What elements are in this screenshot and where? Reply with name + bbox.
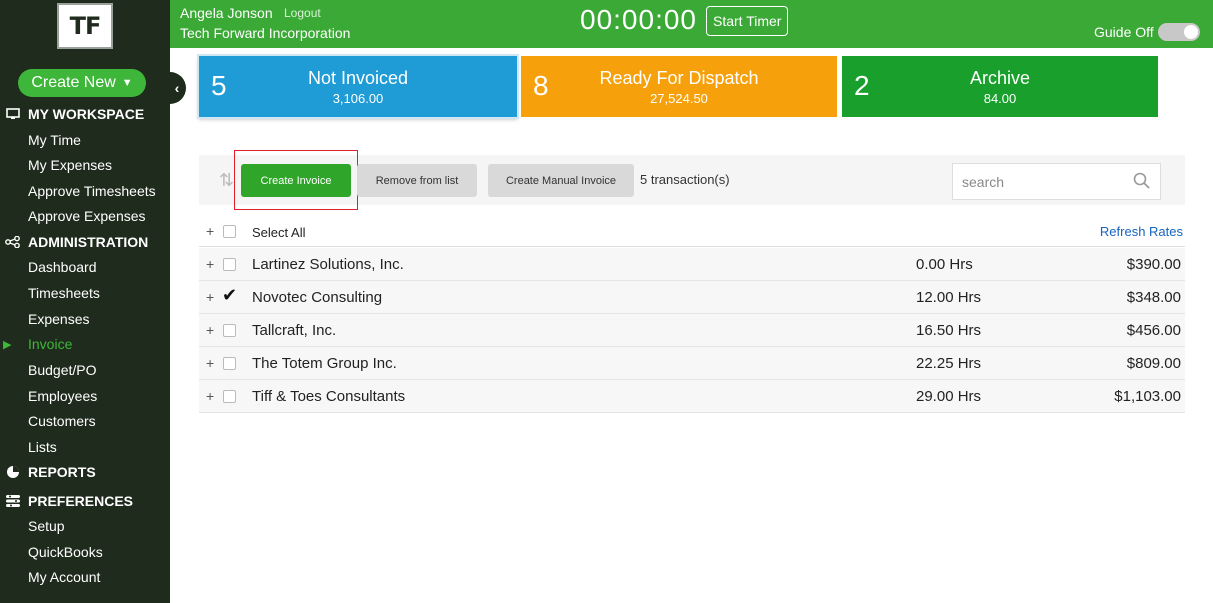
row-checkbox[interactable] — [223, 357, 236, 370]
row-checkbox[interactable] — [223, 390, 236, 403]
create-manual-invoice-button[interactable]: Create Manual Invoice — [488, 164, 634, 197]
sidebar-item-dashboard[interactable]: Dashboard — [28, 259, 97, 275]
card-not-invoiced[interactable]: 5 Not Invoiced 3,106.00 — [199, 56, 517, 117]
select-all-row: + Select All Refresh Rates — [199, 217, 1185, 247]
sidebar-item-invoice[interactable]: Invoice — [28, 336, 72, 352]
row-hours: 0.00 Hrs — [916, 256, 973, 273]
customer-name: Novotec Consulting — [252, 289, 383, 306]
table-row[interactable]: + Tiff & Toes Consultants 29.00 Hrs $1,1… — [199, 380, 1185, 413]
expand-row-icon[interactable]: + — [206, 289, 214, 305]
search-input[interactable] — [953, 164, 1133, 199]
row-amount: $390.00 — [1126, 256, 1181, 273]
app-logo: TF — [57, 3, 113, 49]
invoice-toolbar: ⇅ Create Invoice Remove from list Create… — [199, 150, 1185, 210]
expand-row-icon[interactable]: + — [206, 355, 214, 371]
row-hours: 16.50 Hrs — [916, 322, 982, 339]
row-checkbox[interactable] — [223, 258, 236, 271]
section-preferences[interactable]: PREFERENCES — [4, 493, 133, 509]
row-amount: $348.00 — [1126, 289, 1181, 306]
row-hours: 29.00 Hrs — [916, 388, 982, 405]
section-my-workspace[interactable]: MY WORKSPACE — [4, 106, 144, 122]
search-icon[interactable] — [1132, 171, 1152, 191]
customer-name: Lartinez Solutions, Inc. — [252, 256, 404, 273]
section-reports[interactable]: REPORTS — [4, 464, 96, 480]
row-amount: $456.00 — [1126, 322, 1181, 339]
sidebar-item-employees[interactable]: Employees — [28, 388, 97, 404]
company-name: Tech Forward Incorporation — [180, 25, 351, 41]
create-new-label: Create New — [31, 74, 116, 91]
sidebar: TF Create New ▼ MY WORKSPACE My Time My … — [0, 0, 170, 603]
sidebar-item-expenses[interactable]: Expenses — [28, 311, 89, 327]
chevron-down-icon: ▼ — [121, 77, 133, 89]
user-name: Angela Jonson — [180, 5, 273, 21]
expand-all-icon[interactable]: + — [206, 223, 214, 239]
monitor-icon — [4, 108, 22, 120]
sidebar-item-my-expenses[interactable]: My Expenses — [28, 157, 112, 173]
chevron-left-icon: ‹ — [174, 80, 180, 96]
transaction-count: 5 transaction(s) — [640, 172, 730, 187]
card-ready-for-dispatch[interactable]: 8 Ready For Dispatch 27,524.50 — [521, 56, 837, 117]
refresh-rates-link[interactable]: Refresh Rates — [1100, 224, 1183, 239]
card-title: Archive — [969, 68, 1031, 88]
customer-name: Tallcraft, Inc. — [252, 322, 337, 339]
guide-label: Guide Off — [1094, 24, 1154, 40]
row-hours: 22.25 Hrs — [916, 355, 982, 372]
row-amount: $1,103.00 — [1114, 388, 1181, 405]
sidebar-item-approve-timesheets[interactable]: Approve Timesheets — [28, 183, 156, 199]
sidebar-item-approve-expenses[interactable]: Approve Expenses — [28, 208, 146, 224]
sidebar-item-quickbooks[interactable]: QuickBooks — [28, 544, 103, 560]
sidebar-item-customers[interactable]: Customers — [28, 413, 96, 429]
expand-row-icon[interactable]: + — [206, 322, 214, 338]
select-all-label: Select All — [252, 225, 306, 240]
expand-row-icon[interactable]: + — [206, 388, 214, 404]
card-amount: 3,106.00 — [332, 91, 384, 106]
logout-link[interactable]: Logout — [284, 6, 321, 20]
row-hours: 12.00 Hrs — [916, 289, 982, 306]
expand-row-icon[interactable]: + — [206, 256, 214, 272]
start-timer-button[interactable]: Start Timer — [706, 6, 789, 36]
sort-icon[interactable]: ⇅ — [219, 170, 234, 191]
active-indicator-icon: ▶ — [3, 339, 12, 351]
card-title: Ready For Dispatch — [599, 68, 759, 88]
card-title: Not Invoiced — [307, 68, 409, 88]
search-box — [952, 163, 1161, 200]
card-archive[interactable]: 2 Archive 84.00 — [842, 56, 1158, 117]
timer-display: 00:00:00 — [580, 4, 697, 35]
section-title: REPORTS — [28, 464, 96, 480]
sidebar-item-my-account[interactable]: My Account — [28, 569, 100, 585]
table-row[interactable]: + Novotec Consulting 12.00 Hrs $348.00 — [199, 281, 1185, 314]
sliders-icon — [4, 494, 22, 508]
customer-name: The Totem Group Inc. — [252, 355, 397, 372]
card-amount: 84.00 — [983, 91, 1017, 106]
sidebar-item-budget-po[interactable]: Budget/PO — [28, 362, 97, 378]
sidebar-item-my-time[interactable]: My Time — [28, 132, 81, 148]
row-amount: $809.00 — [1126, 355, 1181, 372]
row-checkbox-checked[interactable] — [222, 285, 237, 306]
guide-toggle[interactable] — [1158, 23, 1200, 41]
toggle-knob — [1184, 25, 1198, 39]
sidebar-item-timesheets[interactable]: Timesheets — [28, 285, 100, 301]
sidebar-item-lists[interactable]: Lists — [28, 439, 57, 455]
table-row[interactable]: + Lartinez Solutions, Inc. 0.00 Hrs $390… — [199, 248, 1185, 281]
sidebar-collapse-button[interactable]: ‹ — [168, 72, 186, 104]
row-checkbox[interactable] — [223, 324, 236, 337]
table-row[interactable]: + The Totem Group Inc. 22.25 Hrs $809.00 — [199, 347, 1185, 380]
share-icon — [4, 236, 22, 248]
card-amount: 27,524.50 — [650, 91, 708, 106]
select-all-checkbox[interactable] — [223, 225, 236, 238]
top-bar: Angela Jonson Logout Tech Forward Incorp… — [170, 0, 1213, 48]
create-new-button[interactable]: Create New ▼ — [18, 69, 146, 97]
section-title: PREFERENCES — [28, 493, 134, 509]
customer-name: Tiff & Toes Consultants — [252, 388, 406, 405]
pie-chart-icon — [4, 465, 22, 479]
section-administration[interactable]: ADMINISTRATION — [4, 234, 148, 250]
create-invoice-button[interactable]: Create Invoice — [241, 164, 351, 197]
section-title: MY WORKSPACE — [28, 106, 145, 122]
sidebar-item-setup[interactable]: Setup — [28, 518, 65, 534]
remove-from-list-button[interactable]: Remove from list — [357, 164, 477, 197]
table-row[interactable]: + Tallcraft, Inc. 16.50 Hrs $456.00 — [199, 314, 1185, 347]
section-title: ADMINISTRATION — [28, 234, 149, 250]
